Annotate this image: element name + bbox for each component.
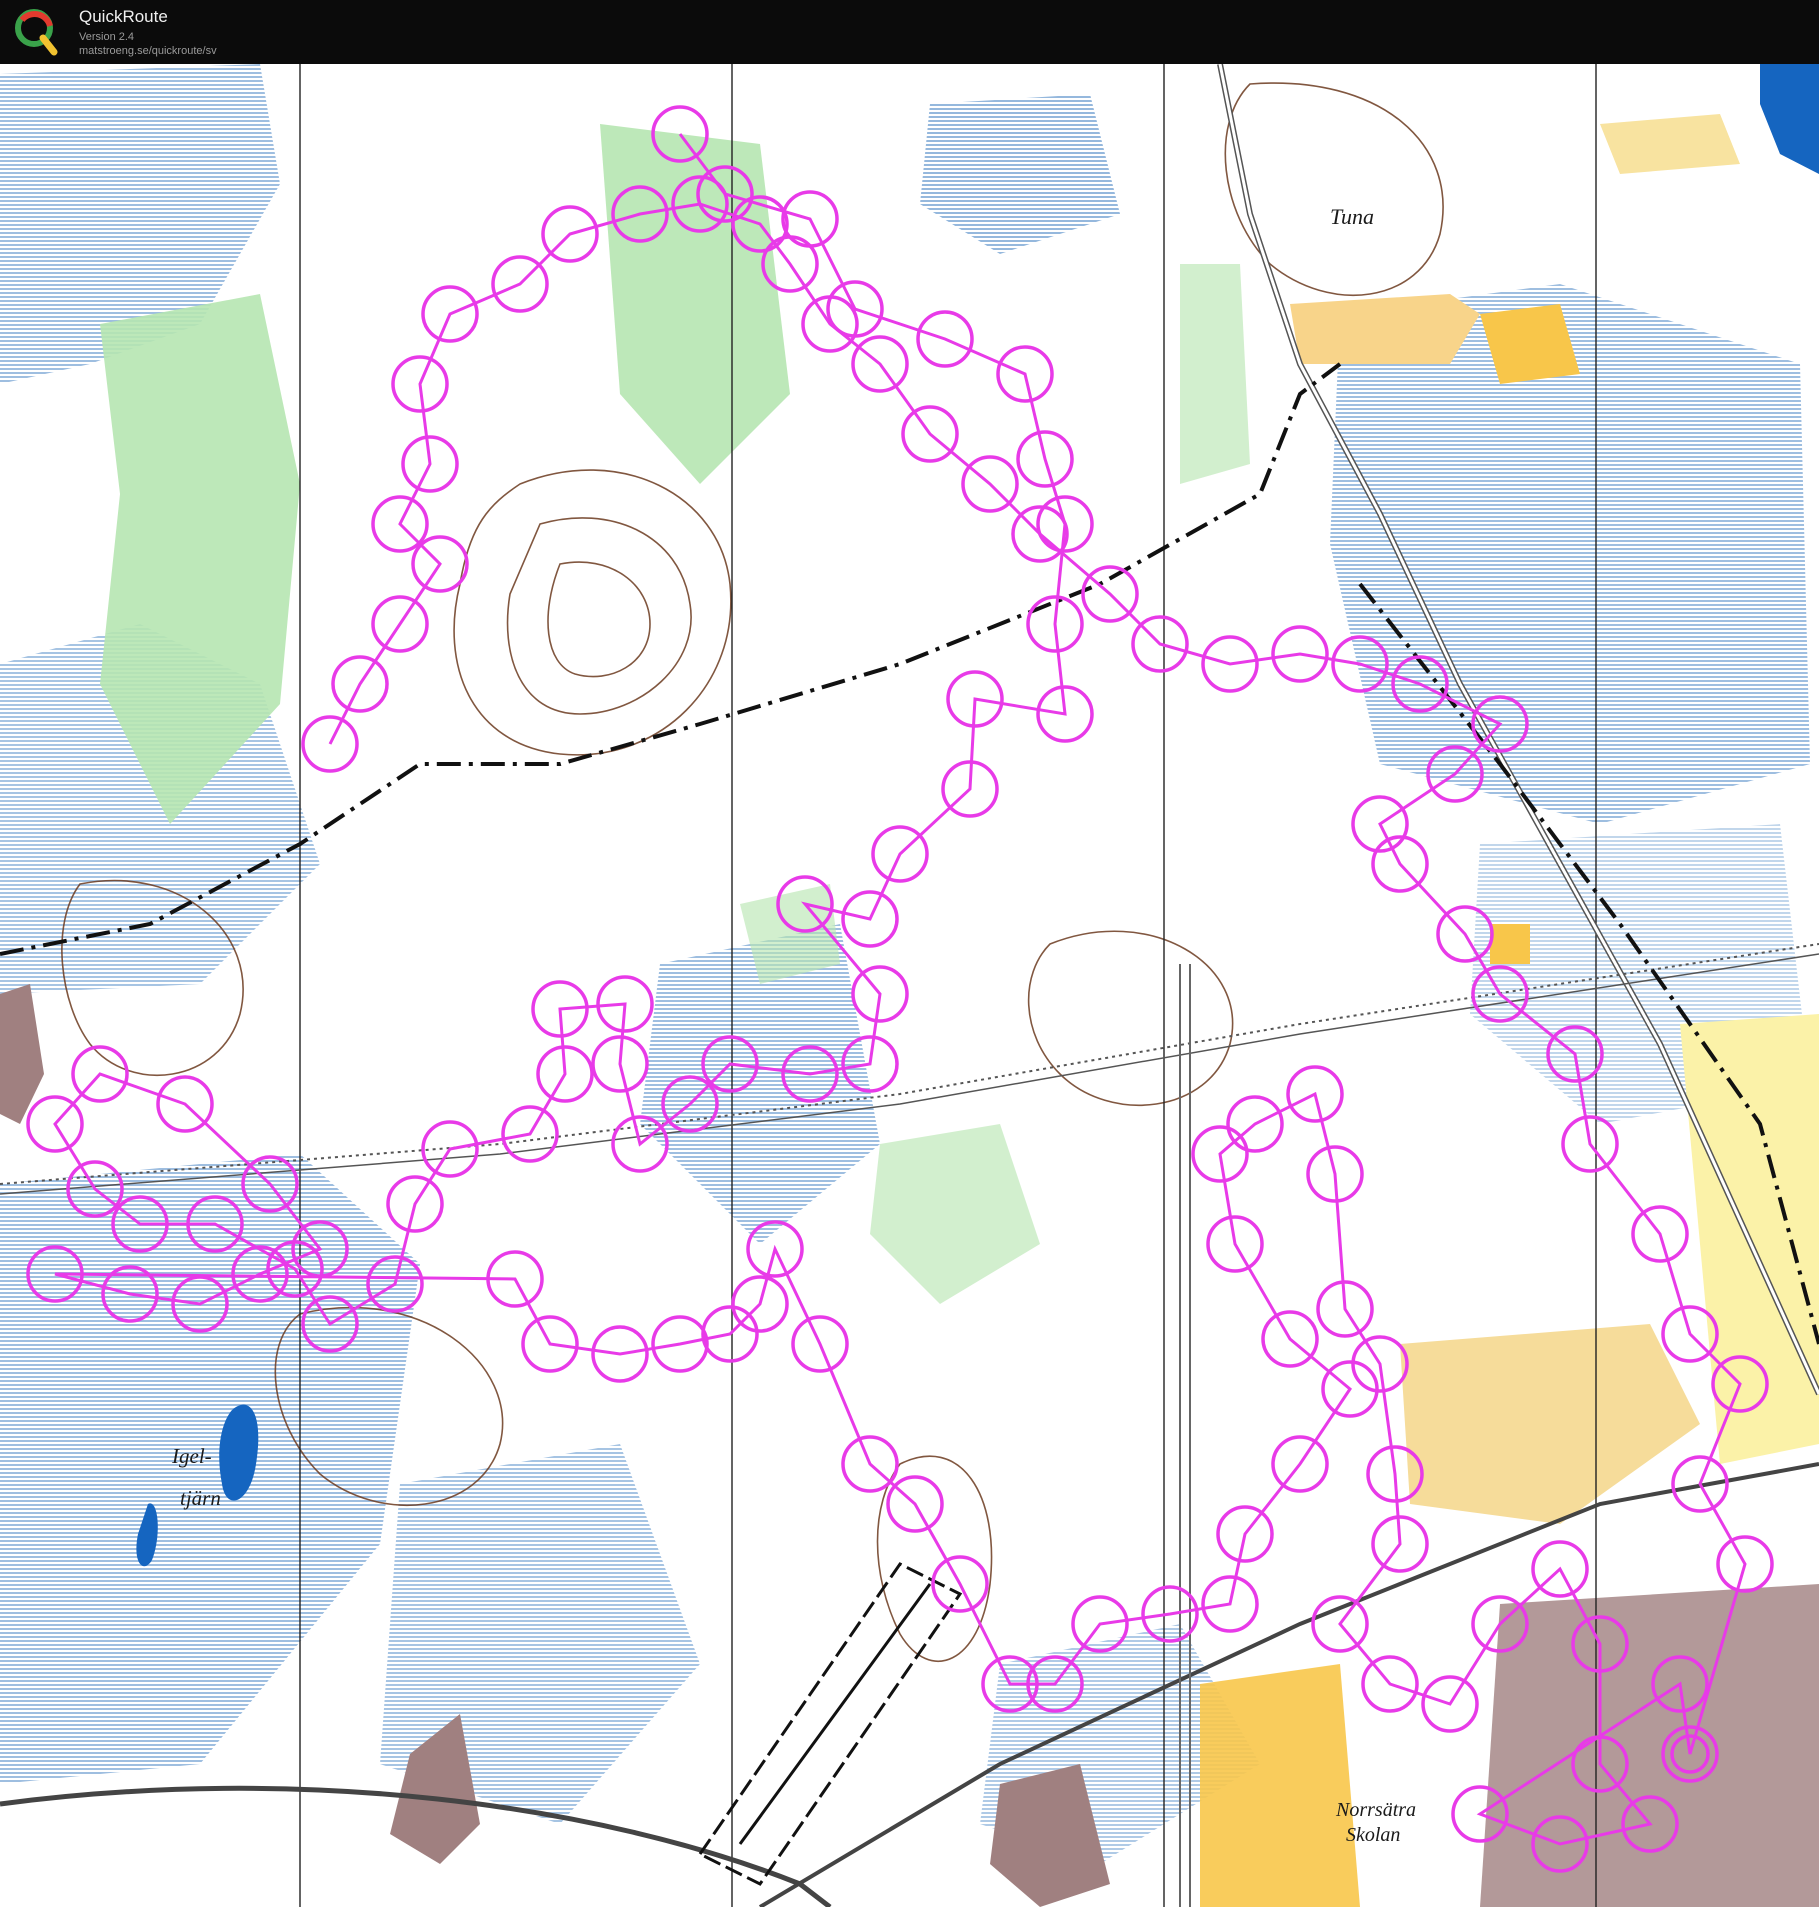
app-name: QuickRoute (79, 7, 168, 26)
open-land-areas (1290, 114, 1819, 1524)
app-titlebar: QuickRoute Version 2.4 matstroeng.se/qui… (0, 0, 1819, 64)
place-label-lake-line1: Igel- (172, 1444, 212, 1468)
place-label-lake-line2: tjärn (180, 1486, 221, 1510)
place-label-school-line2: Skolan (1346, 1824, 1401, 1846)
map-canvas (0, 64, 1819, 1907)
app-url[interactable]: matstroeng.se/quickroute/sv (79, 45, 217, 57)
app-version: Version 2.4 (79, 31, 135, 43)
orienteering-map[interactable]: Tuna Igel- tjärn Norrsätra Skolan (0, 64, 1819, 1907)
place-label-school-line1: Norrsätra (1336, 1799, 1417, 1821)
place-label-tuna: Tuna (1330, 204, 1375, 229)
quickroute-logo-icon (15, 9, 58, 56)
